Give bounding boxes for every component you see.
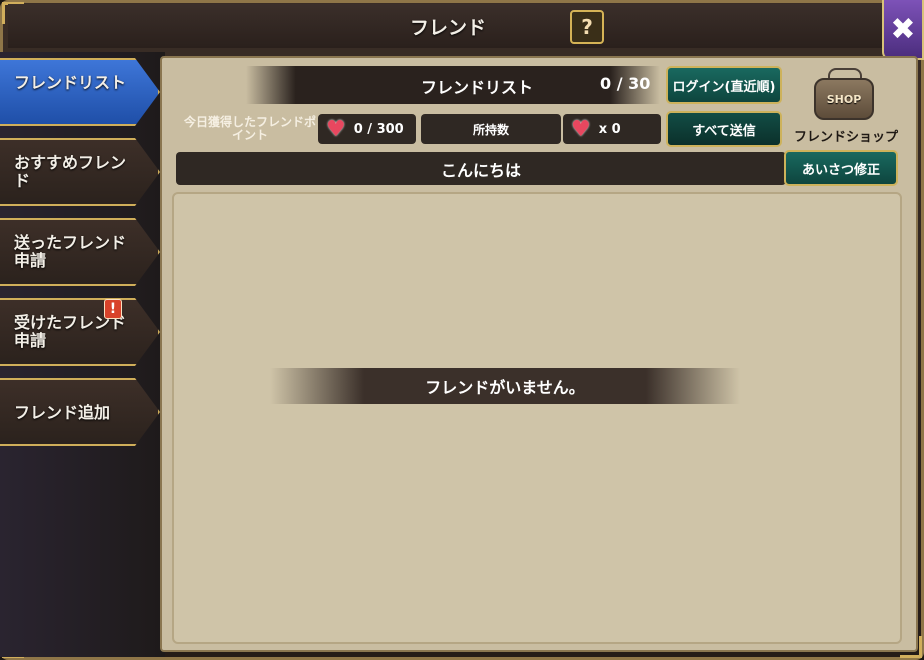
greeting-text: こんにちは xyxy=(440,160,521,180)
tab-label: フレンドリスト xyxy=(14,73,127,92)
owned-points-value: x 0 xyxy=(598,121,621,137)
tab-recommended-friends[interactable]: おすすめフレンド xyxy=(0,138,160,206)
tab-friend-list[interactable]: フレンドリスト xyxy=(0,58,160,126)
login-sort-button[interactable]: ログイン(直近順) xyxy=(666,66,782,104)
tab-add-friend[interactable]: フレンド追加 xyxy=(0,378,160,446)
window-title: フレンド xyxy=(409,16,486,39)
friend-shop-label: フレンドショップ xyxy=(793,130,898,145)
heart-icon: ♥ xyxy=(571,116,591,142)
empty-message-text: フレンドがいません。 xyxy=(425,378,585,397)
tab-sent-requests[interactable]: 送ったフレンド申請 xyxy=(0,218,160,286)
alert-badge-icon: ! xyxy=(104,299,122,319)
friend-shop-button[interactable]: SHOP xyxy=(810,68,880,124)
help-button[interactable]: ? xyxy=(570,10,604,44)
tab-label: フレンド追加 xyxy=(14,403,111,422)
friend-list-area xyxy=(172,192,902,644)
close-icon: ✖ xyxy=(890,11,916,47)
empty-message: フレンドがいません。 xyxy=(270,368,740,404)
edit-greeting-button[interactable]: あいさつ修正 xyxy=(784,150,898,186)
friend-count: 0 / 30 xyxy=(600,74,651,93)
owned-label-box: 所持数 xyxy=(421,114,561,144)
today-points-value: 0 / 300 xyxy=(353,121,404,137)
today-points-box: ♥ 0 / 300 xyxy=(318,114,416,144)
greeting-bar: こんにちは xyxy=(176,152,786,185)
tab-label: おすすめフレンド xyxy=(14,153,127,190)
shop-sign-icon: SHOP xyxy=(814,78,874,120)
today-points-label: 今日獲得したフレンドポイント xyxy=(183,115,316,142)
tab-received-requests[interactable]: 受けたフレンド申請 xyxy=(0,298,160,366)
tab-label: 送ったフレンド申請 xyxy=(14,233,127,270)
send-all-button[interactable]: すべて送信 xyxy=(666,111,782,147)
owned-points-label: 所持数 xyxy=(472,122,509,137)
heart-icon: ♥ xyxy=(326,116,346,142)
close-button[interactable]: ✖ xyxy=(882,0,924,60)
tab-label: 受けたフレンド申請 xyxy=(14,313,127,350)
window-header: フレンド xyxy=(8,4,888,48)
owned-points-box: ♥ x 0 xyxy=(563,114,661,144)
friend-list-title: フレンドリスト xyxy=(420,78,533,97)
